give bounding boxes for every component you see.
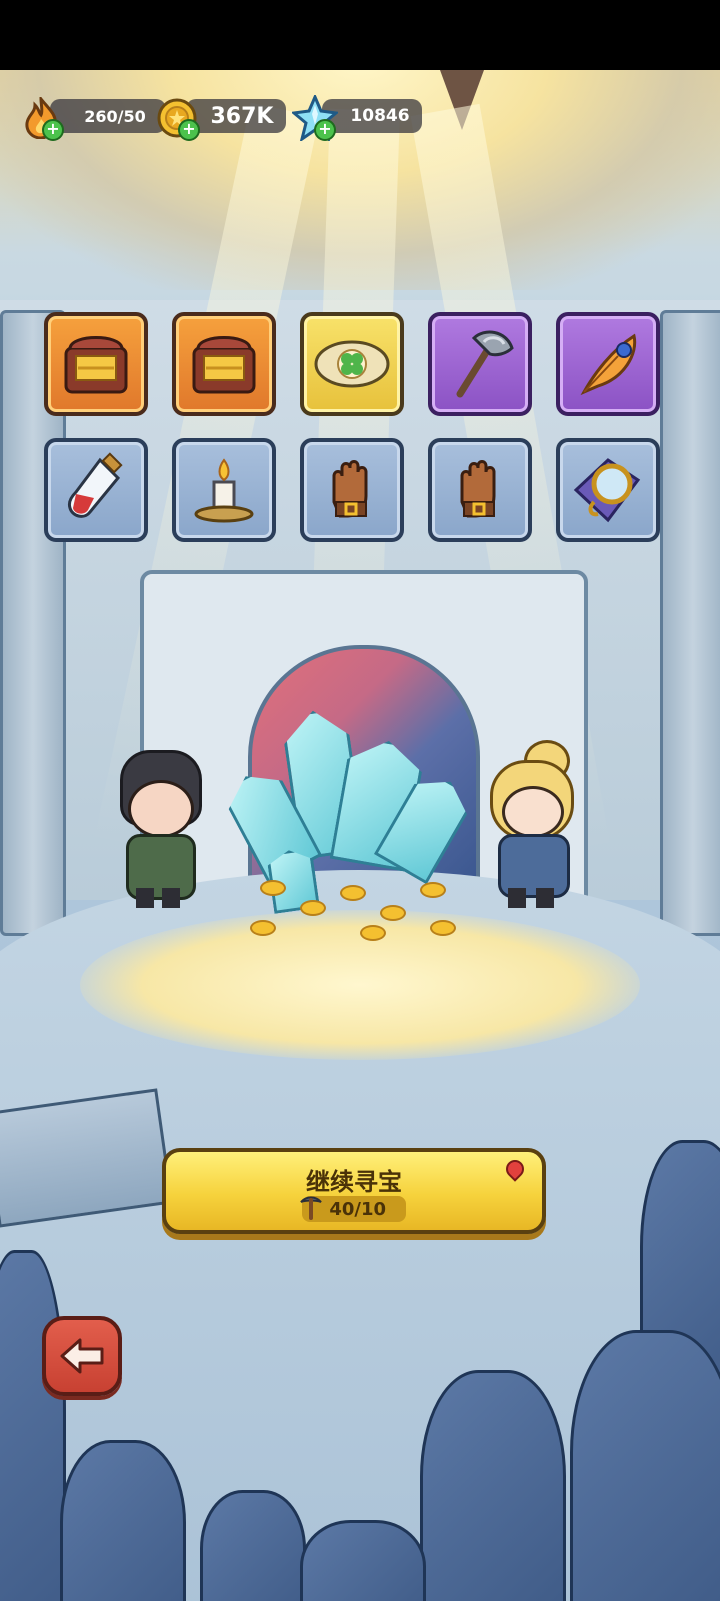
cave-rock [200, 1490, 306, 1601]
attempts-value: 40/10 [329, 1198, 386, 1220]
potion-icon [68, 452, 123, 518]
add-gems-icon[interactable]: + [314, 119, 336, 141]
reward-slot-phoenix-feather[interactable] [556, 312, 660, 416]
gold-coin [250, 920, 276, 936]
reward-slot-candle[interactable] [172, 438, 276, 542]
continue-button-label: 继续寻宝 [306, 1168, 402, 1196]
gold-coin [420, 882, 446, 898]
gold-coin [300, 900, 326, 916]
pickaxe-icon [300, 1196, 322, 1220]
reward-slot-leather-glove[interactable] [428, 438, 532, 542]
axe-icon [456, 330, 514, 398]
reward-slot-clover-charm[interactable] [300, 312, 404, 416]
gold-coin [260, 880, 286, 896]
energy-counter[interactable]: 260/50 + [20, 97, 166, 141]
add-energy-icon[interactable]: + [42, 119, 64, 141]
glove-icon [332, 460, 368, 518]
reward-slot-battle-axe[interactable] [428, 312, 532, 416]
reward-slot-red-potion[interactable] [44, 438, 148, 542]
gold-value: 367K [210, 103, 274, 129]
miner-character-left [110, 750, 206, 910]
gem-counter[interactable]: 10846 + [292, 95, 424, 141]
feather-icon [580, 333, 637, 396]
cave-rock [300, 1520, 426, 1601]
cave-rock [60, 1440, 186, 1601]
mirror-icon [573, 458, 641, 523]
treasure-chest-icon [64, 336, 128, 394]
miner-character-right [480, 740, 580, 910]
candle-icon [194, 458, 254, 523]
back-button[interactable] [42, 1316, 122, 1396]
gold-counter[interactable]: 367K + [156, 97, 286, 141]
fallen-pillar [0, 1088, 174, 1228]
treasure-chest-icon [192, 336, 256, 394]
reward-slot-pocket-mirror[interactable] [556, 438, 660, 542]
gem-value: 10846 [350, 106, 410, 126]
cave-rock [420, 1370, 566, 1601]
cave-rock [0, 1250, 66, 1601]
reward-slot-treasure-chest[interactable] [44, 312, 148, 416]
glove-icon [460, 460, 496, 518]
reward-slot-leather-glove[interactable] [300, 438, 404, 542]
right-pillar [660, 310, 720, 936]
gold-coin [430, 920, 456, 936]
clover-charm-icon [314, 340, 390, 388]
add-gold-icon[interactable]: + [178, 119, 200, 141]
gold-coin [380, 905, 406, 921]
gold-coin [360, 925, 386, 941]
gold-coin [340, 885, 366, 901]
continue-treasure-hunt-button[interactable]: 继续寻宝 40/10 [162, 1148, 546, 1234]
energy-value: 260/50 [84, 106, 146, 126]
cave-rock [570, 1330, 720, 1601]
back-arrow-icon [60, 1338, 104, 1374]
reward-slot-treasure-chest[interactable] [172, 312, 276, 416]
